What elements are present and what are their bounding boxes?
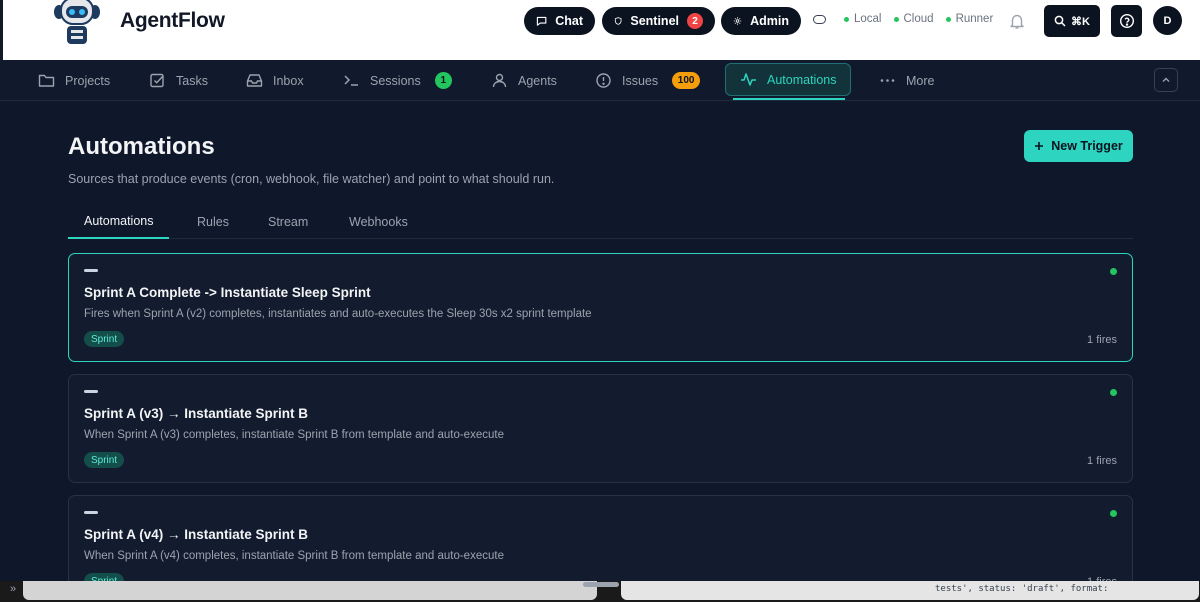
tab-rules[interactable]: Rules [197, 204, 229, 239]
main-content: Automations Sources that produce events … [0, 101, 1200, 602]
automation-card[interactable]: Sprint A Complete -> Instantiate Sleep S… [68, 253, 1133, 362]
more-dots-icon [880, 79, 895, 82]
automation-description: When Sprint A (v3) completes, instantiat… [84, 429, 504, 441]
automation-tag: Sprint [84, 331, 125, 347]
search-icon [1054, 15, 1066, 27]
connection-status: Local Cloud Runner [813, 13, 999, 25]
status-cloud: Cloud [893, 13, 934, 25]
bell-icon[interactable] [1008, 12, 1026, 30]
sentinel-count-badge: 2 [687, 13, 703, 29]
nav-sessions[interactable]: Sessions 1 [343, 60, 452, 101]
nav-more[interactable]: More [879, 60, 934, 101]
main-nav: Projects Tasks Inbox Sessions 1 Agents I… [0, 60, 1200, 101]
left-pane-handle[interactable] [23, 581, 597, 600]
tab-webhooks[interactable]: Webhooks [349, 204, 408, 239]
top-header: AgentFlow Chat Sentinel 2 Admin Local Cl… [0, 0, 1200, 60]
help-circle-icon [1119, 13, 1134, 29]
status-local: Local [844, 13, 882, 25]
automation-fires: 1 fires [1087, 334, 1117, 346]
bottom-panel: » tests', status: 'draft', format: [0, 581, 1200, 602]
user-avatar[interactable]: D [1153, 6, 1182, 35]
tab-stream[interactable]: Stream [268, 204, 308, 239]
sessions-badge: 1 [434, 72, 452, 89]
folder-icon [38, 74, 55, 87]
status-dot-icon [893, 16, 899, 22]
automation-tabs: Automations Rules Stream Webhooks [68, 204, 1133, 239]
collapse-nav-button[interactable] [1154, 68, 1178, 92]
robot-logo-icon [54, 0, 100, 44]
drag-handle-icon[interactable] [84, 511, 98, 514]
gear-icon [733, 17, 742, 25]
nav-automations[interactable]: Automations [725, 63, 852, 96]
active-status-icon [1110, 268, 1117, 275]
nav-agents[interactable]: Agents [491, 60, 557, 101]
automation-tag: Sprint [84, 452, 125, 468]
automation-fires: 1 fires [1087, 455, 1117, 467]
automation-description: When Sprint A (v4) completes, instantiat… [84, 550, 504, 562]
code-snippet: tests', status: 'draft', format: [935, 584, 1109, 594]
chat-button[interactable]: Chat [524, 7, 595, 35]
new-trigger-button[interactable]: New Trigger [1024, 130, 1133, 162]
chevron-up-icon [1162, 77, 1170, 82]
activity-icon [741, 73, 756, 86]
automation-title: Sprint A Complete -> Instantiate Sleep S… [84, 285, 371, 300]
toggle-icon[interactable] [813, 14, 826, 24]
alert-circle-icon [596, 73, 611, 88]
active-status-icon [1110, 389, 1117, 396]
resize-handle[interactable] [583, 582, 619, 587]
nav-projects[interactable]: Projects [38, 60, 110, 101]
drag-handle-icon[interactable] [84, 390, 98, 393]
sentinel-label: Sentinel [630, 14, 679, 28]
search-button[interactable]: ⌘K [1044, 5, 1100, 37]
admin-button[interactable]: Admin [721, 7, 801, 35]
automation-card[interactable]: Sprint A (v3) → Instantiate Sprint B Whe… [68, 374, 1133, 483]
terminal-icon [344, 75, 358, 86]
chat-label: Chat [555, 14, 583, 28]
automation-description: Fires when Sprint A (v2) completes, inst… [84, 308, 592, 320]
right-pane [621, 581, 1199, 600]
automation-title: Sprint A (v4) → Instantiate Sprint B [84, 527, 309, 542]
shield-icon [614, 17, 622, 25]
double-chevron-right-icon[interactable]: » [10, 583, 16, 595]
admin-label: Admin [750, 14, 789, 28]
chat-bubble-icon [536, 16, 547, 26]
status-dot-icon [945, 16, 951, 22]
nav-tasks[interactable]: Tasks [149, 60, 208, 101]
nav-issues[interactable]: Issues 100 [595, 60, 701, 101]
status-runner: Runner [945, 13, 993, 25]
page-title: Automations [68, 133, 215, 160]
drag-handle-icon[interactable] [84, 269, 98, 272]
checkbox-icon [150, 73, 164, 88]
active-status-icon [1110, 510, 1117, 517]
nav-active-indicator [733, 98, 845, 100]
issues-badge: 100 [672, 72, 701, 89]
search-shortcut: ⌘K [1071, 15, 1090, 28]
plus-icon [1035, 142, 1044, 150]
tab-automations[interactable]: Automations [68, 204, 170, 239]
status-dot-icon [844, 16, 849, 22]
inbox-icon [246, 74, 263, 87]
automation-title: Sprint A (v3) → Instantiate Sprint B [84, 406, 309, 421]
nav-inbox[interactable]: Inbox [246, 60, 304, 101]
help-button[interactable] [1111, 5, 1142, 37]
page-subtitle: Sources that produce events (cron, webho… [68, 172, 555, 186]
user-icon [492, 73, 507, 88]
brand-name: AgentFlow [120, 9, 225, 32]
sentinel-button[interactable]: Sentinel 2 [602, 7, 715, 35]
